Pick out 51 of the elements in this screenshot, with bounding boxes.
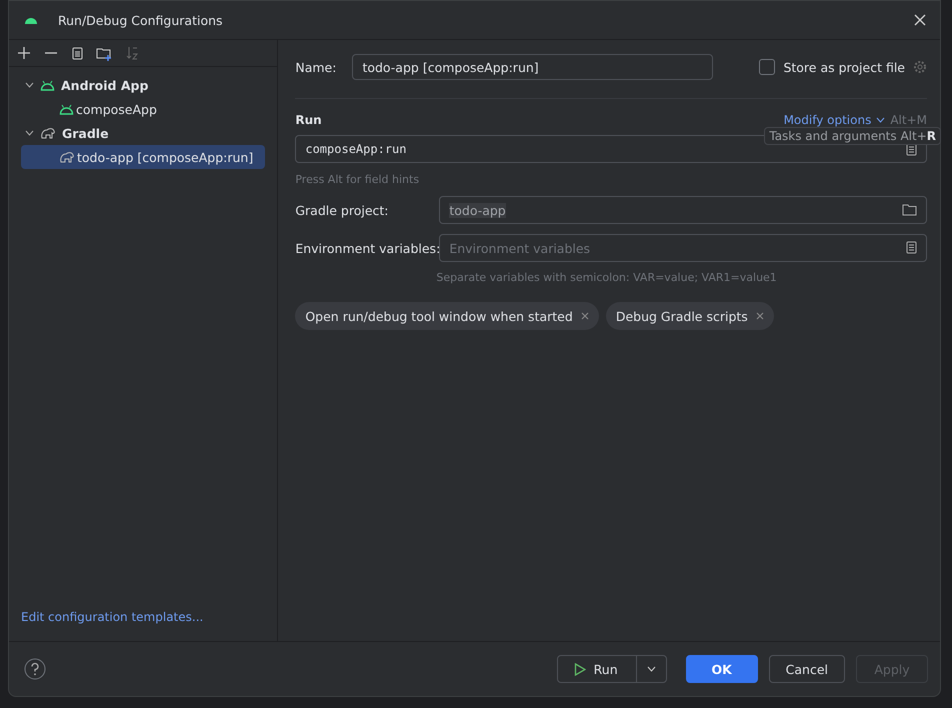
- chevron-icon[interactable]: [646, 666, 656, 672]
- elephant-icon: [40, 127, 56, 139]
- tree-group-label: Gradle: [62, 126, 109, 140]
- tree-group-label: Android App: [61, 78, 148, 92]
- hint-text: Press Alt for field hints: [295, 173, 420, 186]
- chevron-icon[interactable]: [876, 117, 886, 123]
- hint-text: Separate variables with semicolon: VAR=value; VAR1=value1: [436, 271, 778, 284]
- env-label: Environment variables:: [295, 240, 440, 256]
- tasks-value: composeApp:run: [305, 142, 406, 156]
- help-icon[interactable]: [24, 658, 46, 680]
- gradle-project-value: todo-app: [449, 202, 506, 218]
- document-icon[interactable]: [906, 142, 917, 156]
- chip-label: Debug Gradle scripts: [616, 308, 748, 324]
- section-title: Run: [295, 113, 322, 127]
- modify-options-link[interactable]: Modify options: [784, 113, 872, 127]
- option-chip[interactable]: Open run/debug tool window when started: [295, 302, 599, 330]
- name-label: Name:: [295, 60, 336, 74]
- tooltip: Tasks and arguments Alt+R: [764, 127, 941, 145]
- dialog-button[interactable]: Cancel: [768, 655, 845, 683]
- tree-item[interactable]: Gradle: [21, 121, 266, 145]
- option-chip[interactable]: Debug Gradle scripts: [606, 302, 774, 330]
- chevron-icon[interactable]: [25, 82, 34, 88]
- window-title: Run/Debug Configurations: [58, 12, 224, 28]
- play-icon: [574, 662, 586, 676]
- name-field[interactable]: todo-app [composeApp:run]: [352, 54, 714, 80]
- run-label: Run: [594, 662, 618, 676]
- templates-link[interactable]: Edit configuration templates...: [9, 610, 278, 641]
- tree-item[interactable]: todo-app [composeApp:run]: [21, 145, 266, 169]
- tree-item-label: composeApp: [76, 102, 157, 116]
- chip-label: Open run/debug tool window when started: [305, 308, 573, 324]
- document-icon[interactable]: [906, 241, 917, 254]
- folder-icon[interactable]: [902, 204, 917, 216]
- store-label: Store as project file: [783, 60, 905, 74]
- run-button[interactable]: Run: [556, 655, 667, 683]
- gradle-project-label: Gradle project:: [295, 202, 390, 218]
- copy-icon[interactable]: [71, 46, 83, 60]
- add-icon[interactable]: [17, 46, 31, 60]
- close-icon[interactable]: [914, 14, 926, 26]
- elephant-icon: [59, 151, 75, 163]
- tree-item-label: todo-app [composeApp:run]: [77, 150, 254, 164]
- dialog-button[interactable]: OK: [686, 655, 758, 683]
- tree-item[interactable]: composeApp: [21, 97, 266, 121]
- gradle-project-field[interactable]: todo-app: [439, 196, 927, 224]
- settings-icon[interactable]: [913, 60, 927, 74]
- shortcut-text: Alt+M: [890, 113, 927, 127]
- tree-item[interactable]: Android App: [21, 73, 266, 97]
- env-field[interactable]: Environment variables: [439, 234, 927, 262]
- chevron-icon[interactable]: [25, 130, 34, 136]
- new-folder-icon[interactable]: [96, 46, 112, 60]
- sort-icon[interactable]: [125, 46, 139, 60]
- store-checkbox[interactable]: [759, 59, 776, 75]
